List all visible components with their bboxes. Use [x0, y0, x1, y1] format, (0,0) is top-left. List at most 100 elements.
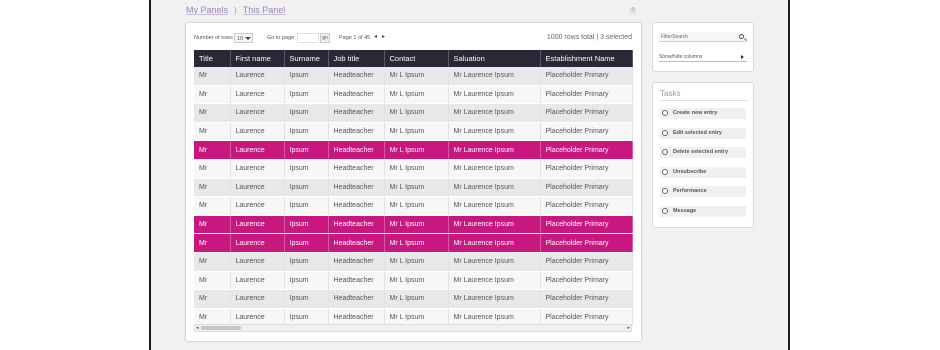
chevron-right-icon [741, 55, 744, 59]
table-cell: Headteacher [328, 271, 385, 291]
table-row-selected[interactable]: Mr Laurence Ipsum Headteacher Mr L Ipsum Mr L… [194, 140, 633, 160]
task-item[interactable]: Message [660, 206, 746, 217]
task-label: Delete selected entry [673, 149, 729, 156]
rows-per-page-select[interactable]: 10 [234, 33, 253, 43]
task-label: Message [673, 208, 697, 214]
table-cell: Ipsum [284, 271, 329, 291]
table-cell: Mr [194, 103, 231, 123]
table-cell: Headteacher [328, 178, 385, 198]
table-cell: Mr [194, 215, 231, 235]
table-cell: Laurence [230, 289, 285, 309]
column-header[interactable]: Title [194, 50, 231, 67]
task-item[interactable]: Performance [660, 186, 746, 198]
table-cell: Placeholder Primary [540, 271, 633, 291]
contacts-table: Title First name Surname Job title Contact Sa… [194, 50, 633, 328]
table-header: Title First name Surname Job title Contact Sa… [194, 50, 633, 67]
table-cell: Placeholder Primary [540, 233, 633, 253]
filter-search-input[interactable]: FilterSearch [659, 32, 747, 42]
table-cell: Laurence [230, 196, 285, 216]
task-label: Performance [673, 188, 707, 195]
table-panel: Number of rows 10 Go to page go Page 1 o… [185, 22, 642, 342]
radio-icon[interactable] [662, 208, 668, 214]
go-to-page-label: Go to page [267, 35, 295, 41]
table-cell: Placeholder Primary [540, 103, 633, 123]
radio-icon[interactable] [662, 129, 668, 136]
search-icon[interactable] [739, 34, 744, 39]
table-row[interactable]: Mr Laurence Ipsum Headteacher Mr L Ipsum Mr L… [194, 271, 633, 291]
go-button[interactable]: go [320, 33, 330, 43]
task-item[interactable]: Unsubscribe [660, 166, 746, 178]
radio-icon[interactable] [662, 149, 668, 156]
horizontal-scrollbar[interactable]: ◂ ▸ [194, 324, 632, 332]
table-row[interactable]: Mr Laurence Ipsum Headteacher Mr L Ipsum Mr L… [194, 252, 633, 272]
column-header[interactable]: First name [230, 50, 285, 67]
table-cell: Placeholder Primary [540, 159, 633, 179]
radio-icon[interactable] [662, 168, 668, 175]
table-cell: Placeholder Primary [540, 252, 633, 272]
table-cell: Laurence [230, 178, 285, 198]
table-cell: Mr L Ipsum [384, 215, 449, 235]
table-cell: Mr [194, 178, 231, 198]
table-row[interactable]: Mr Laurence Ipsum Headteacher Mr L Ipsum Mr L… [194, 103, 633, 123]
table-row[interactable]: Mr Laurence Ipsum Headteacher Mr L Ipsum Mr L… [194, 178, 633, 198]
table-cell: Mr L Ipsum [384, 103, 449, 123]
table-cell: Placeholder Primary [540, 289, 633, 309]
table-cell: Mr [194, 122, 231, 142]
table-cell: Mr [194, 271, 231, 291]
table-cell: Mr L Ipsum [384, 252, 449, 272]
task-item[interactable]: Delete selected entry [660, 147, 746, 159]
table-row[interactable]: Mr Laurence Ipsum Headteacher Mr L Ipsum Mr L… [194, 85, 633, 105]
table-cell: Ipsum [284, 122, 329, 142]
table-cell: Mr [194, 67, 231, 86]
table-row[interactable]: Mr Laurence Ipsum Headteacher Mr L Ipsum Mr L… [194, 196, 633, 216]
scroll-left-icon[interactable]: ◂ [196, 325, 199, 331]
table-cell: Mr L Ipsum [384, 140, 449, 160]
column-header[interactable]: Job title [328, 50, 385, 67]
next-page-icon[interactable]: ▸ [380, 34, 387, 41]
column-header[interactable]: Contact [384, 50, 449, 67]
breadcrumb-parent-link[interactable]: My Panels [186, 5, 228, 15]
radio-icon[interactable] [662, 188, 668, 195]
column-header[interactable]: Surname [284, 50, 329, 67]
table-row-selected[interactable]: Mr Laurence Ipsum Headteacher Mr L Ipsum Mr L… [194, 215, 633, 235]
table-cell: Mr [194, 85, 231, 105]
rows-per-page-value: 10 [237, 36, 244, 42]
scroll-right-icon[interactable]: ▸ [627, 325, 630, 331]
table-cell: Placeholder Primary [540, 140, 633, 160]
table-cell: Mr Laurence Ipsum [448, 215, 541, 235]
column-header[interactable]: Establishment Name [540, 50, 633, 67]
table-cell: Mr Laurence Ipsum [448, 103, 541, 123]
table-cell: Placeholder Primary [540, 178, 633, 198]
table-row[interactable]: Mr Laurence Ipsum Headteacher Mr L Ipsum Mr L… [194, 122, 633, 142]
table-cell: Mr L Ipsum [384, 159, 449, 179]
go-to-page-input[interactable] [297, 33, 319, 43]
device-frame-right [788, 0, 940, 350]
rows-total-status: 1000 rows total | 3 selected [546, 34, 632, 41]
breadcrumb-current-link[interactable]: This Panel [243, 5, 286, 15]
table-cell: Laurence [230, 67, 285, 86]
task-label: Create new entry [673, 110, 718, 116]
table-cell: Ipsum [284, 196, 329, 216]
table-cell: Mr L Ipsum [384, 122, 449, 142]
table-toolbar: Number of rows 10 Go to page go Page 1 o… [194, 33, 632, 45]
table-cell: Ipsum [284, 67, 329, 86]
table-cell: Headteacher [328, 159, 385, 179]
table-cell: Headteacher [328, 196, 385, 216]
table-cell: Mr [194, 252, 231, 272]
table-row[interactable]: Mr Laurence Ipsum Headteacher Mr L Ipsum Mr L… [194, 67, 633, 86]
task-item[interactable]: Edit selected entry [660, 127, 746, 139]
table-cell: Laurence [230, 159, 285, 179]
column-header[interactable]: Saluation [448, 50, 541, 67]
task-item[interactable]: Create new entry [660, 108, 746, 119]
radio-icon[interactable] [662, 110, 668, 116]
help-icon[interactable]: ? [629, 7, 637, 15]
show-hide-columns-select[interactable]: Show/hide columns [659, 53, 747, 62]
table-row-selected[interactable]: Mr Laurence Ipsum Headteacher Mr L Ipsum Mr L… [194, 233, 633, 253]
table-cell: Headteacher [328, 85, 385, 105]
table-cell: Placeholder Primary [540, 215, 633, 235]
scrollbar-thumb[interactable] [201, 326, 241, 330]
table-body: Mr Laurence Ipsum Headteacher Mr L Ipsum Mr L… [194, 67, 633, 328]
table-row[interactable]: Mr Laurence Ipsum Headteacher Mr L Ipsum Mr L… [194, 159, 633, 179]
table-row[interactable]: Mr Laurence Ipsum Headteacher Mr L Ipsum Mr L… [194, 289, 633, 309]
previous-page-icon[interactable]: ◂ [372, 34, 379, 41]
